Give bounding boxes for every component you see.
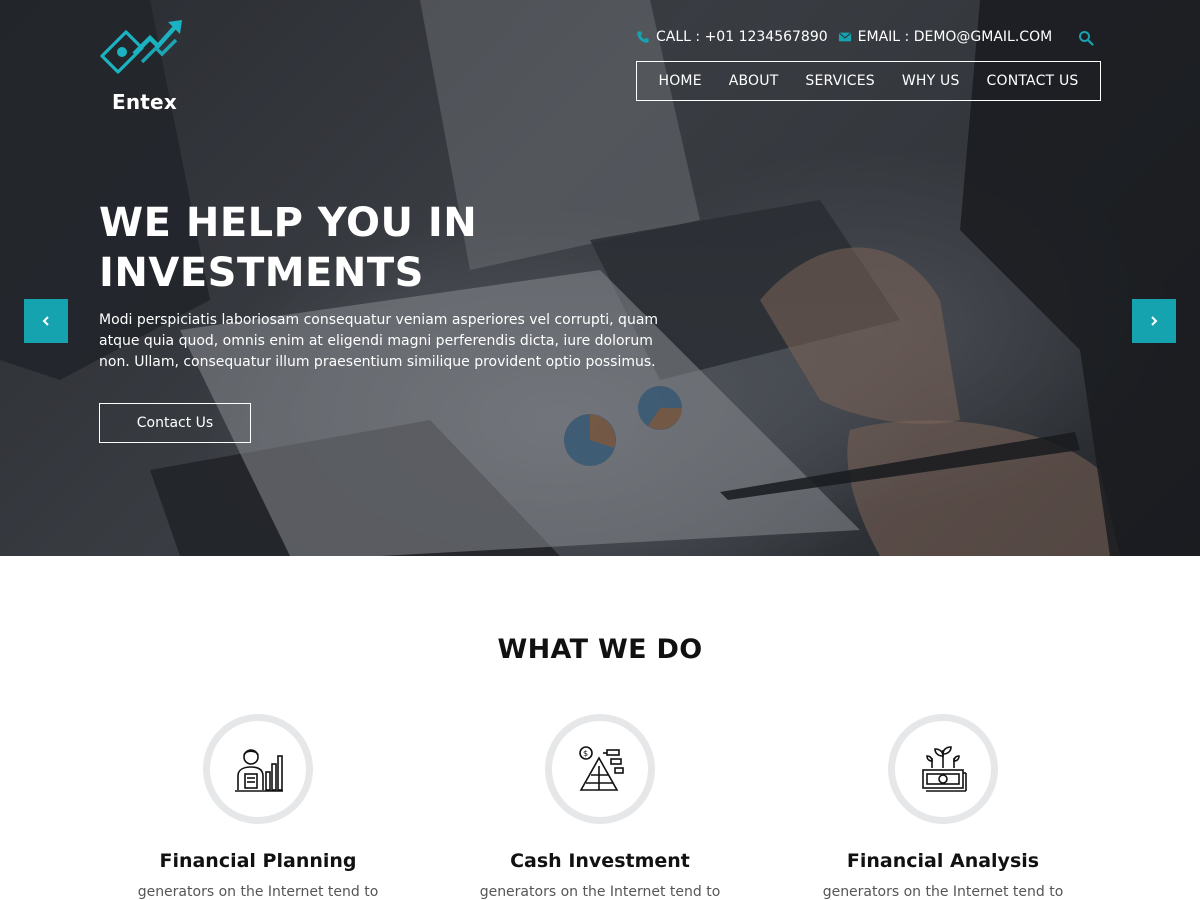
nav-contact-us[interactable]: CONTACT US — [987, 73, 1079, 89]
svg-text:$: $ — [583, 749, 588, 758]
service-card-financial-planning[interactable]: Financial Planning generators on the Int… — [108, 714, 408, 900]
service-icon-circle — [888, 714, 998, 824]
logo[interactable]: Entex — [98, 16, 188, 114]
contact-bar: CALL : +01 1234567890 EMAIL : DEMO@GMAIL… — [636, 26, 1062, 48]
chevron-right-icon — [1151, 316, 1158, 326]
call-text: CALL : +01 1234567890 — [656, 29, 828, 45]
hero-title-line-2: INVESTMENTS — [99, 250, 424, 296]
service-title: Financial Planning — [159, 850, 357, 872]
service-card-financial-analysis[interactable]: Financial Analysis generators on the Int… — [793, 714, 1093, 900]
hero-title: WE HELP YOU IN INVESTMENTS — [99, 198, 619, 298]
nav-why-us[interactable]: WHY US — [902, 73, 960, 89]
main-nav: HOME ABOUT SERVICES WHY US CONTACT US — [636, 61, 1101, 101]
pyramid-investment-icon: $ — [579, 746, 624, 791]
service-text: generators on the Internet tend to — [822, 884, 1064, 900]
service-icon-circle — [203, 714, 313, 824]
call-info[interactable]: CALL : +01 1234567890 — [636, 29, 828, 45]
chevron-left-icon — [42, 316, 49, 326]
brand-name: Entex — [112, 90, 177, 114]
service-text: generators on the Internet tend to — [479, 884, 721, 900]
service-title: Financial Analysis — [846, 850, 1040, 872]
service-title: Cash Investment — [510, 850, 690, 872]
money-plant-icon — [922, 746, 967, 792]
service-icon-circle: $ — [545, 714, 655, 824]
hero-title-line-1: WE HELP YOU IN — [99, 200, 478, 246]
slider-next-button[interactable] — [1132, 299, 1176, 343]
hero-description: Modi perspiciatis laboriosam consequatur… — [99, 312, 659, 370]
nav-services[interactable]: SERVICES — [805, 73, 875, 89]
nav-about[interactable]: ABOUT — [729, 73, 779, 89]
email-info[interactable]: EMAIL : DEMO@GMAIL.COM — [838, 29, 1053, 45]
section-title-what-we-do: WHAT WE DO — [497, 634, 703, 665]
service-card-cash-investment[interactable]: $ Cash Investment generators on the Inte… — [450, 714, 750, 900]
search-icon[interactable] — [1078, 30, 1094, 46]
slider-prev-button[interactable] — [24, 299, 68, 343]
hero-contact-button[interactable]: Contact Us — [99, 403, 251, 443]
advisor-chart-icon — [235, 749, 283, 792]
service-text: generators on the Internet tend to — [137, 884, 379, 900]
phone-icon — [637, 31, 649, 43]
envelope-icon — [838, 32, 851, 42]
hero-slider: Entex CALL : +01 1234567890 EMAIL : DEMO… — [0, 0, 1200, 556]
nav-home[interactable]: HOME — [658, 73, 701, 89]
email-text: EMAIL : DEMO@GMAIL.COM — [857, 29, 1053, 45]
logo-icon — [100, 20, 182, 74]
